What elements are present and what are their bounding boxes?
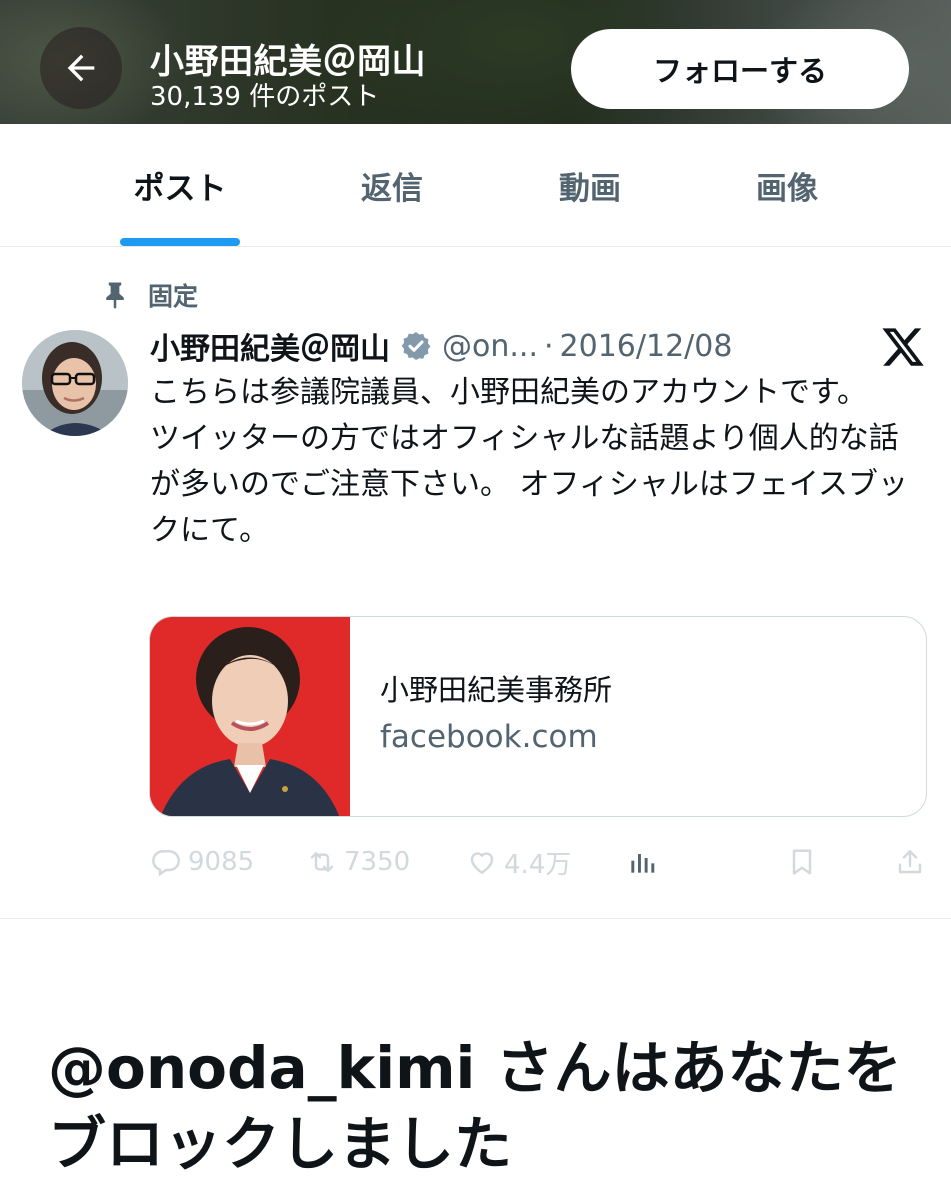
pinned-indicator: 固定 bbox=[100, 277, 198, 313]
link-card-image bbox=[150, 617, 350, 816]
tab-posts[interactable]: ポスト bbox=[120, 124, 240, 246]
section-divider bbox=[0, 918, 951, 919]
post-author-handle[interactable]: @on... bbox=[442, 329, 538, 364]
profile-header: 小野田紀美＠岡山 30,139 件のポスト フォローする bbox=[0, 0, 951, 124]
pinned-label: 固定 bbox=[148, 282, 199, 311]
post-text-line: こちらは参議院議員、小野田紀美のアカウントです。 bbox=[150, 375, 867, 410]
tab-videos[interactable]: 動画 bbox=[530, 124, 650, 246]
x-logo-icon[interactable] bbox=[880, 324, 926, 370]
repost-icon bbox=[310, 852, 334, 872]
arrow-left-icon bbox=[67, 54, 95, 82]
heart-icon bbox=[470, 852, 494, 874]
reply-count: 9085 bbox=[188, 847, 255, 877]
share-icon bbox=[898, 850, 922, 874]
verified-badge-icon bbox=[401, 332, 431, 360]
like-count: 4.4万 bbox=[504, 849, 572, 880]
active-tab-indicator bbox=[120, 238, 240, 246]
avatar[interactable] bbox=[22, 330, 128, 436]
link-card-title: 小野田紀美事務所 bbox=[380, 673, 613, 707]
post-date[interactable]: 2016/12/08 bbox=[560, 329, 733, 364]
post-text-line: ツイッターの方ではオフィシャルな話題より個人的な話が多いのでご注意下さい。 オフ… bbox=[150, 421, 909, 548]
share-button[interactable] bbox=[894, 840, 926, 884]
post-count: 30,139 件のポスト bbox=[150, 82, 380, 112]
post-author-name[interactable]: 小野田紀美＠岡山 bbox=[150, 324, 390, 368]
meta-separator: · bbox=[543, 328, 554, 364]
back-button[interactable] bbox=[40, 27, 122, 109]
reply-button[interactable]: 9085 bbox=[150, 840, 254, 884]
repost-button[interactable]: 7350 bbox=[306, 840, 410, 884]
follow-button[interactable]: フォローする bbox=[571, 29, 909, 109]
tab-replies[interactable]: 返信 bbox=[332, 124, 452, 246]
reply-icon bbox=[152, 850, 180, 877]
tab-images[interactable]: 画像 bbox=[727, 124, 847, 246]
bookmark-button[interactable] bbox=[786, 840, 818, 884]
bookmark-icon bbox=[792, 849, 812, 875]
blocked-message: @onoda_kimi さんはあなたをブロックしました bbox=[48, 1034, 902, 1178]
link-card-domain: facebook.com bbox=[380, 719, 598, 755]
post-action-bar: 9085 7350 4.4万 bbox=[150, 840, 930, 884]
pin-icon bbox=[106, 282, 124, 309]
analytics-icon bbox=[631, 854, 655, 873]
post-text: こちらは参議院議員、小野田紀美のアカウントです。 ツイッターの方ではオフィシャル… bbox=[150, 370, 925, 554]
link-preview-card[interactable]: 小野田紀美事務所 facebook.com bbox=[149, 616, 927, 817]
post-header: 小野田紀美＠岡山 @on... · 2016/12/08 bbox=[150, 324, 733, 368]
views-button[interactable] bbox=[626, 840, 658, 884]
profile-tabs: ポスト 返信 動画 画像 bbox=[0, 124, 951, 247]
repost-count: 7350 bbox=[344, 847, 411, 877]
like-button[interactable]: 4.4万 bbox=[466, 840, 571, 884]
